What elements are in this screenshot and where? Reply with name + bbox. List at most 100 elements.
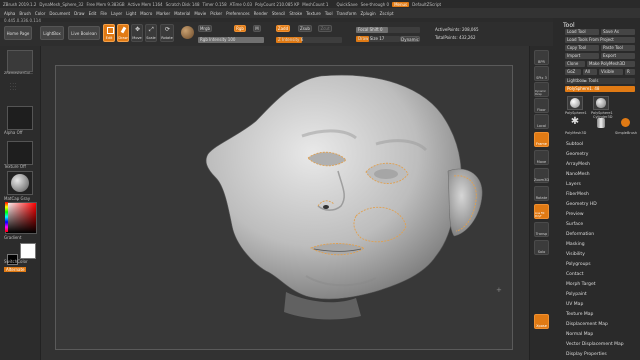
material-sphere-icon[interactable] [181,26,194,39]
see-through-slider[interactable]: See-through 0 [361,2,389,7]
subpalette-surface[interactable]: Surface [566,222,583,227]
z-intensity-slider[interactable]: Z Intensity 6 [276,37,342,43]
dynamic-persp-button[interactable]: Dynamic Persp [534,82,549,97]
dynamic-button[interactable]: Dynamic [400,36,420,42]
menu-picker[interactable]: Picker [210,11,222,16]
subpalette-visibility[interactable]: Visibility [566,252,585,257]
alpha-thumbnail[interactable] [7,106,33,130]
menu-stroke[interactable]: Stroke [289,11,302,16]
draw-tool-button[interactable]: Draw [117,24,129,42]
clone-button[interactable]: Clone [565,61,585,67]
subpalette-polypaint[interactable]: Polypaint [566,292,587,297]
bpr-button[interactable]: BPR [534,50,549,65]
m-button[interactable]: M [253,25,261,32]
zoom3d-button[interactable]: Zoom3D [534,168,549,183]
load-tool-button[interactable]: Load Tool [565,29,599,35]
menu-texture[interactable]: Texture [306,11,321,16]
load-tools-from-project-button[interactable]: Load Tools From Project [565,37,635,43]
subpalette-deformation[interactable]: Deformation [566,232,594,237]
hue-strip[interactable] [5,202,8,232]
material-thumbnail[interactable] [7,171,33,195]
stroke-dots-icon[interactable]: · · · · · · · · · [10,82,28,102]
subpalette-displacement-map[interactable]: Displacement Map [566,322,608,327]
subpalette-layers[interactable]: Layers [566,182,581,187]
solo-button[interactable]: Solo [534,240,549,255]
live-boolean-button[interactable]: Live Boolean [68,26,100,40]
move-tool-button[interactable]: ✥ Move [131,24,143,42]
tool-thumb-head[interactable] [593,96,609,110]
rotate-view-button[interactable]: Rotate [534,186,549,201]
menu-zscript[interactable]: Zscript [380,11,394,16]
head-model[interactable] [56,66,512,349]
focal-shift-slider[interactable]: Focal Shift 0 [356,27,420,33]
rotate-tool-button[interactable]: ⟳ Rotate [160,24,174,42]
draw-size-slider[interactable]: Draw Size 17 [356,36,400,42]
tool-thumb-polymesh3d[interactable]: ✱ [567,117,583,131]
goz-button[interactable]: GoZ [565,69,581,75]
mrgb-button[interactable]: Mrgb [198,25,212,32]
tool-thumb-cylinder3d[interactable] [593,117,609,131]
menu-layer[interactable]: Layer [111,11,122,16]
menu-light[interactable]: Light [126,11,136,16]
menu-color[interactable]: Color [35,11,45,16]
subpalette-masking[interactable]: Masking [566,242,585,247]
color-picker[interactable] [5,202,37,234]
rgb-intensity-slider[interactable]: Rgb Intensity 100 [198,37,264,43]
menu-file[interactable]: File [100,11,107,16]
zsub-button[interactable]: Zsub [298,25,312,32]
subpalette-geometry-hd[interactable]: Geometry HD [566,202,597,207]
canvas-viewport[interactable]: + [41,46,529,360]
polyf-button[interactable]: Line Fill PolyF [534,204,549,219]
goz-r-button[interactable]: R [625,69,635,75]
main-color-swatch[interactable] [20,243,36,259]
subpalette-fibermesh[interactable]: FiberMesh [566,192,589,197]
menu-marker[interactable]: Marker [156,11,170,16]
tool-palette-title[interactable]: Tool [563,22,575,29]
menu-document[interactable]: Document [49,11,70,16]
menu-alpha[interactable]: Alpha [4,11,15,16]
move-view-button[interactable]: Move [534,150,549,165]
subpalette-texture-map[interactable]: Texture Map [566,312,593,317]
goz-all-button[interactable]: All [583,69,597,75]
alternate-button[interactable]: Alternate [4,267,27,272]
paste-tool-button[interactable]: Paste Tool [601,45,635,51]
current-tool-slider[interactable]: PolySphere1. 48 [565,86,635,92]
tool-thumb-simplebrush[interactable] [617,117,633,131]
floor-button[interactable]: Floor [534,98,549,113]
lightbox-button[interactable]: LightBox [40,26,64,40]
scale-tool-button[interactable]: ⤢ Scale [145,24,157,42]
goz-visible-button[interactable]: Visible [599,69,623,75]
subpalette-display-properties[interactable]: Display Properties [566,352,607,357]
subpalette-normal-map[interactable]: Normal Map [566,332,593,337]
subpalette-uv-map[interactable]: UV Map [566,302,583,307]
texture-thumbnail[interactable] [7,141,33,165]
default-zscript[interactable]: DefaultZScript [412,2,441,7]
subpalette-arraymesh[interactable]: ArrayMesh [566,162,590,167]
lightbox-tools-button[interactable]: Lightbox► Tools [565,78,635,84]
subpalette-subtool[interactable]: Subtool [566,142,583,147]
save-as-button[interactable]: Save As [601,29,635,35]
tool-thumb-polysphere[interactable] [567,96,583,110]
rgb-button[interactable]: Rgb [234,25,246,32]
import-button[interactable]: Import [565,53,599,59]
switch-color-label[interactable]: SwitchColor [4,259,28,264]
quicksave-button[interactable]: QuickSave [336,2,357,7]
subpalette-geometry[interactable]: Geometry [566,152,588,157]
local-button[interactable]: Local [534,114,549,129]
subpalette-nanomesh[interactable]: NanoMesh [566,172,590,177]
menu-movie[interactable]: Movie [194,11,206,16]
menu-transform[interactable]: Transform [337,11,357,16]
menu-stencil[interactable]: Stencil [272,11,286,16]
brush-thumbnail[interactable] [7,50,33,72]
export-button[interactable]: Export [601,53,635,59]
menu-tool[interactable]: Tool [325,11,333,16]
make-polymesh3d-button[interactable]: Make PolyMesh3D [587,61,635,67]
subpalette-preview[interactable]: Preview [566,212,584,217]
menu-material[interactable]: Material [174,11,190,16]
subpalette-contact[interactable]: Contact [566,272,584,277]
menus-button[interactable]: Menus [392,1,410,7]
transp-button[interactable]: Transp [534,222,549,237]
zcut-button[interactable]: Zcut [318,25,332,32]
menu-brush[interactable]: Brush [19,11,31,16]
menu-render[interactable]: Render [254,11,268,16]
